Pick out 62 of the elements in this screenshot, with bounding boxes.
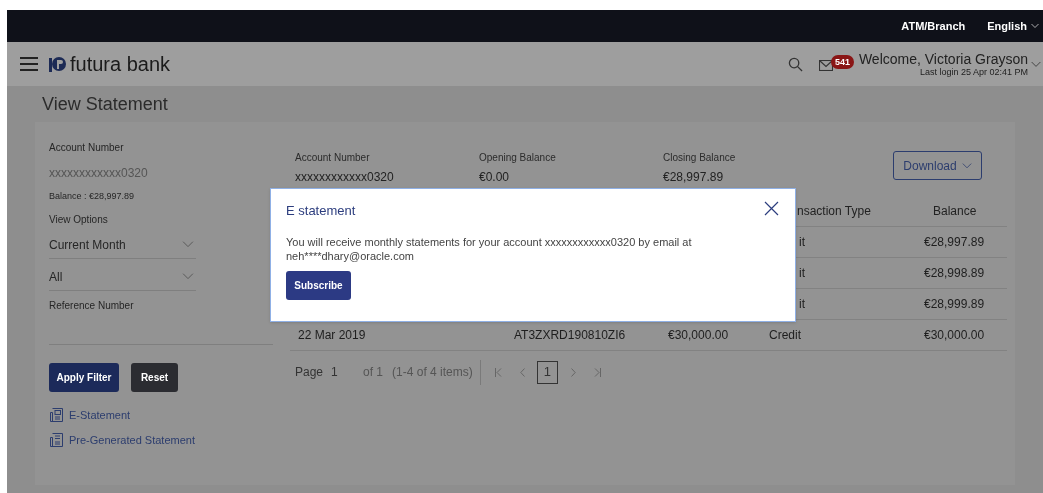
chevron-icon <box>961 162 972 169</box>
current-page[interactable]: 1 <box>536 360 558 384</box>
last-page-icon[interactable] <box>593 367 601 377</box>
first-page-icon[interactable] <box>494 367 502 377</box>
summary-value: €0.00 <box>479 169 511 186</box>
modal-title: E statement <box>286 202 356 220</box>
field-label: Account Number <box>49 141 125 155</box>
field-label: View Options <box>49 212 109 227</box>
summary-label: Account Number <box>295 151 371 165</box>
previous-page-icon[interactable] <box>519 367 525 377</box>
balance-text: Balance : €28,997.89 <box>49 190 136 203</box>
table-cell-text: €28,997.89 <box>924 234 985 251</box>
last-login-text: Last login 25 Apr 02:41 PM <box>919 66 1028 78</box>
subscribe-button[interactable]: Subscribe <box>286 270 351 300</box>
table-cell-text: 22 Mar 2019 <box>297 327 367 344</box>
mail-badge: 541 <box>830 55 854 69</box>
download-button[interactable]: Download <box>893 151 982 180</box>
top-bar-link[interactable]: ATM/Branch <box>901 17 966 35</box>
column-header: nsaction Type <box>797 203 872 220</box>
page-label: Page <box>295 364 324 381</box>
summary-label: Closing Balance <box>663 151 737 165</box>
newspaper-icon <box>49 407 63 422</box>
chevron-icon <box>1031 23 1039 29</box>
reset-button[interactable]: Reset <box>131 362 178 392</box>
table-cell-text: €30,000.00 <box>668 327 730 344</box>
menu-icon[interactable] <box>20 57 38 71</box>
logo-text: futura bank <box>70 52 171 77</box>
summary-value: €28,997.89 <box>663 169 725 186</box>
modal-message: You will receive monthly statements for your account xxxxxxxxxxxx0320 by email at neh****dhary@oracle.com <box>286 234 693 263</box>
select-field[interactable]: All <box>49 263 196 291</box>
chevron-icon <box>182 273 194 280</box>
statement-link[interactable]: E-Statement <box>69 406 131 423</box>
chevron-icon <box>182 241 194 248</box>
welcome-text: Welcome, Victoria Grayson <box>858 50 1028 67</box>
table-cell-text: €30,000.00 <box>924 327 985 344</box>
mail-icon[interactable] <box>818 60 833 71</box>
apply-filter-button[interactable]: Apply Filter <box>49 362 119 392</box>
page-title: View Statement <box>42 92 168 116</box>
top-bar-link[interactable]: English <box>987 17 1027 35</box>
table-cell-text: it <box>799 234 806 251</box>
document-icon <box>49 433 63 448</box>
summary-label: Opening Balance <box>479 151 557 165</box>
close-icon[interactable] <box>764 201 779 216</box>
search-icon[interactable] <box>787 56 803 72</box>
table-cell-text: €28,998.89 <box>924 265 985 282</box>
column-header: Balance <box>933 203 977 220</box>
select-field[interactable]: Current Month <box>49 231 196 259</box>
page-count: of 1 <box>363 364 384 381</box>
table-cell-text: it <box>799 296 806 313</box>
statement-link[interactable]: Pre-Generated Statement <box>69 432 195 449</box>
item-range: (1-4 of 4 items) <box>392 364 473 381</box>
page-number-field[interactable]: 1 <box>331 363 364 381</box>
chevron-icon <box>1031 60 1041 68</box>
table-cell-text: Credit <box>769 327 802 344</box>
table-cell-text: it <box>799 265 806 282</box>
next-page-icon[interactable] <box>570 367 576 377</box>
account-number: xxxxxxxxxxxx0320 <box>49 165 149 182</box>
logo-icon <box>47 54 67 74</box>
summary-value: xxxxxxxxxxxx0320 <box>295 169 395 186</box>
table-cell-text: €28,999.89 <box>924 296 985 313</box>
field-label: Reference Number <box>49 298 135 313</box>
table-cell-text: AT3ZXRD190810ZI6 <box>514 327 627 344</box>
